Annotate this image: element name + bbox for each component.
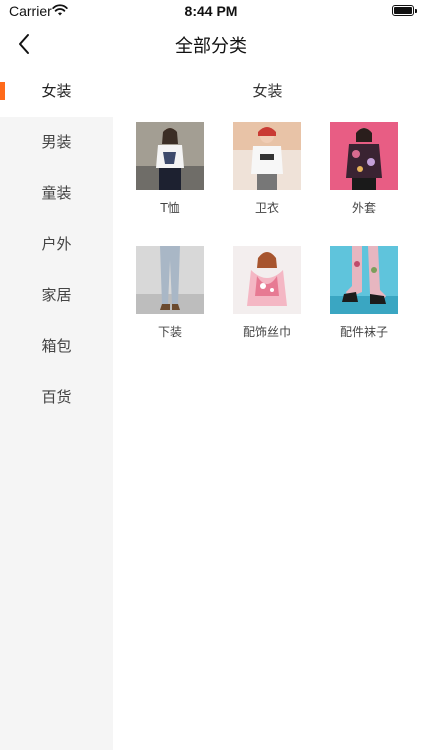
- sidebar-item-men[interactable]: 男装: [0, 117, 113, 168]
- product-jacket[interactable]: 外套: [319, 122, 409, 216]
- category-sidebar: 女装 男装 童装 户外 家居 箱包 百货: [0, 66, 113, 750]
- product-image-tshirt: [136, 122, 204, 190]
- product-image-scarf: [233, 246, 301, 314]
- status-bar: Carrier 8:44 PM: [0, 0, 422, 22]
- sidebar-item-outdoor[interactable]: 户外: [0, 219, 113, 270]
- product-label: 外套: [351, 201, 376, 215]
- sidebar-item-label: 童装: [41, 184, 72, 202]
- product-scarf[interactable]: 配饰丝巾: [222, 246, 312, 340]
- sidebar-item-general[interactable]: 百货: [0, 372, 113, 423]
- product-image-bottoms: [136, 246, 204, 314]
- product-socks[interactable]: 配件袜子: [319, 246, 409, 340]
- product-label: 配件袜子: [339, 325, 388, 339]
- sidebar-item-label: 女装: [41, 82, 72, 100]
- sidebar-item-label: 户外: [41, 235, 72, 253]
- product-tshirt[interactable]: T恤: [125, 122, 215, 216]
- sidebar-item-label: 百货: [41, 388, 72, 406]
- battery-icon: [392, 5, 417, 16]
- sidebar-item-label: 家居: [41, 286, 72, 304]
- sidebar-item-bags[interactable]: 箱包: [0, 321, 113, 372]
- product-label: 配饰丝巾: [242, 325, 291, 339]
- sidebar-item-label: 男装: [41, 133, 72, 151]
- category-content: 女装 T恤 卫衣 外套 下装 配饰丝巾 配件袜子: [113, 66, 422, 339]
- page-title: 全部分类: [175, 36, 247, 57]
- sidebar-item-women[interactable]: 女装: [0, 66, 113, 117]
- product-label: 下装: [157, 325, 182, 339]
- sidebar-item-label: 箱包: [41, 337, 72, 355]
- product-label: 卫衣: [254, 201, 279, 215]
- product-hoodie[interactable]: 卫衣: [222, 122, 312, 216]
- section-title: 女装: [252, 82, 283, 100]
- product-image-hoodie: [233, 122, 301, 190]
- sidebar-item-kids[interactable]: 童装: [0, 168, 113, 219]
- navigation-bar: 全部分类: [0, 22, 422, 66]
- product-label: T恤: [160, 201, 180, 215]
- sidebar-item-home[interactable]: 家居: [0, 270, 113, 321]
- product-image-jacket: [330, 122, 398, 190]
- product-image-socks: [330, 246, 398, 314]
- product-bottoms[interactable]: 下装: [125, 246, 215, 340]
- status-time: 8:44 PM: [184, 3, 238, 19]
- active-indicator: [0, 82, 5, 100]
